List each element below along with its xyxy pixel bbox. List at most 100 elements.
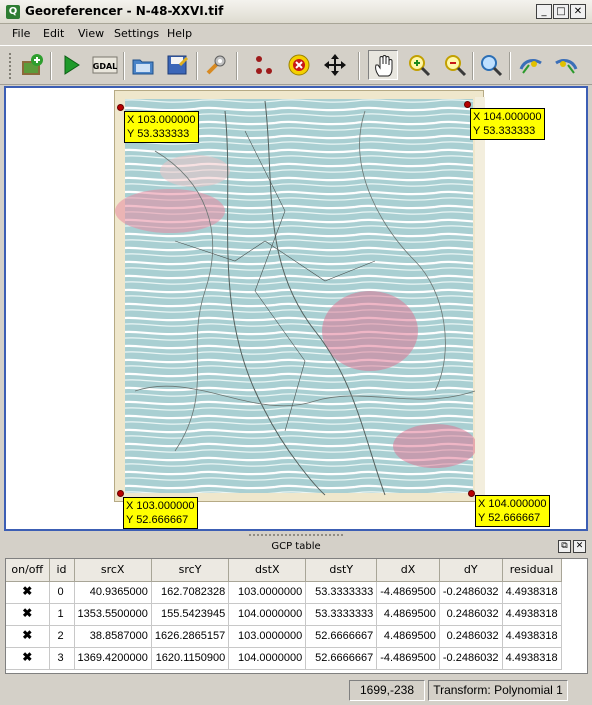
- pan-icon: [375, 55, 393, 77]
- col-header-id[interactable]: id: [49, 559, 75, 582]
- enabled-checkbox[interactable]: ✖: [21, 651, 33, 664]
- zoom-next-button[interactable]: [551, 50, 581, 80]
- gcp-label-x: X 104.000000: [478, 498, 547, 510]
- cell-srcx[interactable]: 40.9365000: [74, 581, 152, 604]
- col-header-dstx[interactable]: dstX: [228, 559, 307, 582]
- transformation-settings-button[interactable]: [201, 50, 231, 80]
- cell-dstx[interactable]: 104.0000000: [228, 647, 307, 670]
- cell-dsty[interactable]: 52.6666667: [305, 647, 378, 670]
- toolbar: GDAL: [0, 45, 592, 85]
- cell-dsty[interactable]: 52.6666667: [305, 625, 378, 648]
- start-georeferencing-button[interactable]: [56, 50, 86, 80]
- move-gcp-point-icon: [324, 54, 346, 76]
- generate-gdal-script-button[interactable]: GDAL: [89, 50, 119, 80]
- cell-dy: 0.2486032: [439, 625, 503, 648]
- close-button[interactable]: ✕: [570, 4, 586, 19]
- cell-dsty[interactable]: 53.3333333: [305, 581, 378, 604]
- qgis-app-icon: Q: [6, 5, 20, 19]
- maximize-button[interactable]: □: [553, 4, 569, 19]
- cell-dsty[interactable]: 53.3333333: [305, 603, 378, 626]
- cell-dstx[interactable]: 103.0000000: [228, 625, 307, 648]
- zoom-out-icon: [445, 55, 467, 77]
- gcp-label[interactable]: X 104.000000 Y 53.333333: [470, 108, 545, 140]
- cell-srcx[interactable]: 38.8587000: [74, 625, 152, 648]
- gcp-table[interactable]: on/off id srcX srcY dstX dstY dX dY resi…: [5, 558, 588, 674]
- cell-dx: 4.4869500: [376, 603, 440, 626]
- gcp-label[interactable]: X 103.000000 Y 53.333333: [124, 111, 199, 143]
- cell-srcy[interactable]: 1626.2865157: [151, 625, 230, 648]
- toolbar-separator: [236, 52, 238, 80]
- menu-file[interactable]: File: [12, 27, 30, 40]
- cell-srcx[interactable]: 1369.4200000: [74, 647, 152, 670]
- dock-splitter-handle[interactable]: [248, 533, 344, 537]
- save-gcp-points-button[interactable]: [162, 50, 192, 80]
- table-row[interactable]: ✖ 0 40.9365000 162.7082328 103.0000000 5…: [6, 581, 562, 604]
- gcp-label[interactable]: X 104.000000 Y 52.666667: [475, 495, 550, 527]
- toolbar-separator: [472, 52, 474, 80]
- menu-settings[interactable]: Settings: [114, 27, 159, 40]
- menu-help[interactable]: Help: [167, 27, 192, 40]
- gcp-marker[interactable]: [117, 104, 124, 111]
- enabled-checkbox[interactable]: ✖: [21, 607, 33, 620]
- col-header-srcx[interactable]: srcX: [74, 559, 152, 582]
- open-raster-icon: [22, 54, 43, 75]
- dock-float-button[interactable]: ⧉: [558, 540, 571, 553]
- transform-status[interactable]: Transform: Polynomial 1: [428, 680, 568, 701]
- col-header-dsty[interactable]: dstY: [305, 559, 378, 582]
- cell-srcy[interactable]: 162.7082328: [151, 581, 230, 604]
- raster-map-image: [114, 90, 485, 502]
- gcp-marker[interactable]: [464, 101, 471, 108]
- cell-residual: 4.4938318: [502, 647, 562, 670]
- menu-view[interactable]: View: [78, 27, 104, 40]
- cell-id: 2: [49, 625, 75, 648]
- table-row[interactable]: ✖ 1 1353.5500000 155.5423945 104.0000000…: [6, 603, 562, 626]
- cell-dy: 0.2486032: [439, 603, 503, 626]
- col-header-dx[interactable]: dX: [376, 559, 440, 582]
- gcp-label-y: Y 52.666667: [478, 512, 541, 524]
- cell-residual: 4.4938318: [502, 581, 562, 604]
- col-header-srcy[interactable]: srcY: [151, 559, 230, 582]
- move-gcp-point-button[interactable]: [320, 50, 350, 80]
- load-gcp-points-button[interactable]: [128, 50, 158, 80]
- title-bar: Q Georeferencer - N-48-XXVI.tif _ □ ✕: [0, 0, 592, 24]
- map-canvas[interactable]: X 103.000000 Y 53.333333 X 104.000000 Y …: [4, 86, 588, 531]
- cell-srcy[interactable]: 1620.1150900: [151, 647, 230, 670]
- coordinate-readout: 1699,-238: [349, 680, 425, 701]
- zoom-to-layer-button[interactable]: [476, 50, 506, 80]
- col-header-residual[interactable]: residual: [502, 559, 562, 582]
- start-georeferencing-icon: [64, 55, 80, 75]
- window-title: Georeferencer - N-48-XXVI.tif: [25, 4, 224, 18]
- table-row[interactable]: ✖ 3 1369.4200000 1620.1150900 104.000000…: [6, 647, 562, 670]
- add-point-button[interactable]: [248, 50, 278, 80]
- pan-button[interactable]: [368, 50, 398, 80]
- gcp-marker[interactable]: [468, 490, 475, 497]
- table-row[interactable]: ✖ 2 38.8587000 1626.2865157 103.0000000 …: [6, 625, 562, 648]
- gcp-label-y: Y 53.333333: [127, 128, 190, 140]
- dock-close-button[interactable]: ✕: [573, 540, 586, 553]
- cell-dstx[interactable]: 103.0000000: [228, 581, 307, 604]
- enabled-checkbox[interactable]: ✖: [21, 629, 33, 642]
- zoom-in-button[interactable]: [404, 50, 434, 80]
- generate-gdal-script-icon: GDAL: [92, 56, 118, 74]
- cell-id: 1: [49, 603, 75, 626]
- col-header-onoff[interactable]: on/off: [6, 559, 50, 582]
- menu-bar: File Edit View Settings Help: [0, 24, 592, 44]
- toolbar-grip[interactable]: [8, 52, 12, 80]
- open-raster-button[interactable]: [17, 50, 47, 80]
- cell-srcx[interactable]: 1353.5500000: [74, 603, 152, 626]
- delete-point-button[interactable]: [284, 50, 314, 80]
- zoom-out-button[interactable]: [440, 50, 470, 80]
- minimize-button[interactable]: _: [536, 4, 552, 19]
- toolbar-separator: [50, 52, 52, 80]
- cell-srcy[interactable]: 155.5423945: [151, 603, 230, 626]
- topographic-map-graphic: [115, 97, 485, 496]
- gdal-text: GDAL: [93, 62, 118, 71]
- menu-edit[interactable]: Edit: [43, 27, 64, 40]
- col-header-dy[interactable]: dY: [439, 559, 503, 582]
- enabled-checkbox[interactable]: ✖: [21, 585, 33, 598]
- cell-dstx[interactable]: 104.0000000: [228, 603, 307, 626]
- gcp-marker[interactable]: [117, 490, 124, 497]
- zoom-last-button[interactable]: [516, 50, 546, 80]
- toolbar-separator: [196, 52, 198, 80]
- gcp-label[interactable]: X 103.000000 Y 52.666667: [123, 497, 198, 529]
